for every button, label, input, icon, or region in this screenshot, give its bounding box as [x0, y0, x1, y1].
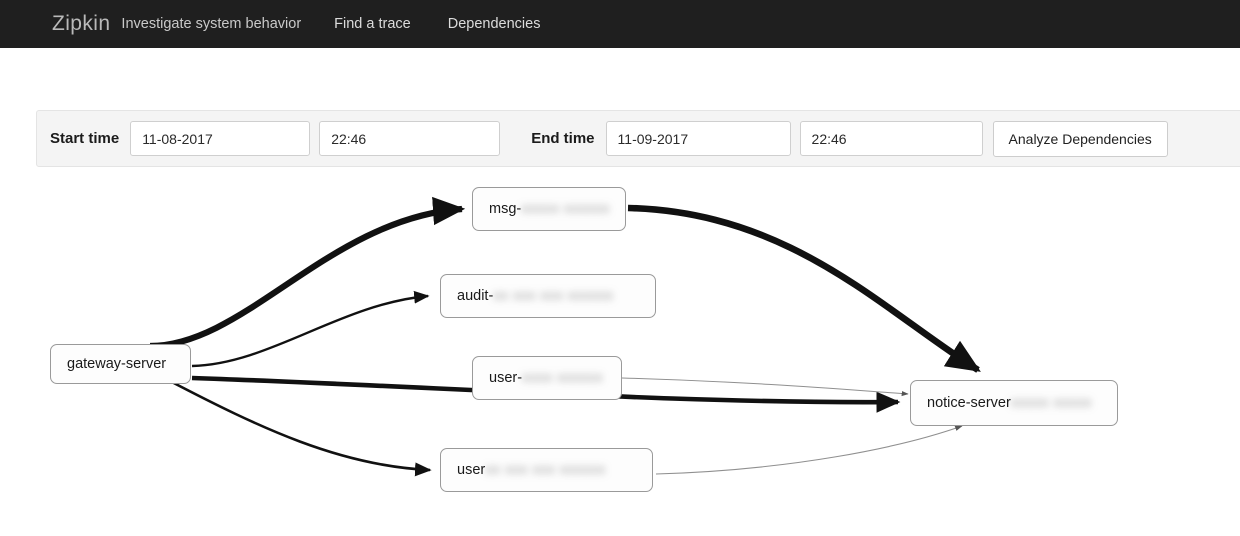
graph-node-audit[interactable]: audit- xx xxx xxx xxxxxx — [440, 274, 656, 318]
dependency-query-toolbar: Start time 11-08-2017 22:46 End time 11-… — [36, 110, 1240, 167]
graph-node-label: notice-server — [927, 395, 1011, 411]
end-time-input[interactable]: 22:46 — [799, 121, 983, 156]
analyze-dependencies-button[interactable]: Analyze Dependencies — [992, 120, 1168, 157]
graph-node-label: user- — [489, 370, 523, 386]
end-date-input[interactable]: 11-09-2017 — [605, 121, 791, 156]
start-date-input[interactable]: 11-08-2017 — [130, 121, 311, 156]
app-brand-zipkin[interactable]: Zipkin — [52, 12, 110, 36]
graph-node-label-redacted: xxxxx xxxxxx — [521, 201, 610, 217]
graph-node-user-lower[interactable]: user xx xxx xxx xxxxxx — [440, 448, 653, 492]
edge-gateway-to-user-lower — [167, 378, 432, 477]
graph-node-label-redacted: xx xxx xxx xxxxxx — [485, 462, 606, 478]
navbar: Zipkin Investigate system behavior Find … — [0, 0, 1240, 48]
graph-node-label-redacted: xxxxx xxxxx — [1010, 395, 1092, 411]
graph-node-user-upper[interactable]: user- xxxx xxxxxx — [472, 356, 622, 400]
graph-node-notice-server[interactable]: notice-server xxxxx xxxxx — [910, 380, 1118, 426]
graph-node-label: user — [457, 462, 486, 478]
edge-user-lower-to-notice-server — [655, 425, 963, 475]
graph-node-msg[interactable]: msg- xxxxx xxxxxx — [472, 187, 626, 231]
edge-gateway-to-msg — [149, 196, 466, 350]
edge-user-upper-to-notice-server — [621, 377, 909, 397]
graph-node-label: gateway-server — [67, 356, 167, 372]
graph-node-label-redacted: xx xxx xxx xxxxxx — [493, 288, 614, 304]
graph-node-gateway-server[interactable]: gateway-server — [50, 344, 191, 384]
edge-gateway-to-audit — [191, 290, 430, 368]
dependency-graph-canvas[interactable]: gateway-server msg- xxxxx xxxxxx audit- … — [0, 178, 1240, 536]
app-tagline: Investigate system behavior — [121, 16, 302, 32]
start-time-input[interactable]: 22:46 — [319, 121, 501, 156]
start-time-label: Start time — [50, 130, 120, 147]
end-time-label: End time — [531, 130, 595, 147]
graph-node-label: msg- — [489, 201, 522, 217]
nav-link-dependencies[interactable]: Dependencies — [448, 16, 541, 32]
nav-link-find-a-trace[interactable]: Find a trace — [334, 16, 411, 32]
edge-msg-to-notice-server — [627, 204, 981, 373]
graph-node-label-redacted: xxxx xxxxxx — [522, 370, 603, 386]
graph-node-label: audit- — [457, 288, 494, 304]
